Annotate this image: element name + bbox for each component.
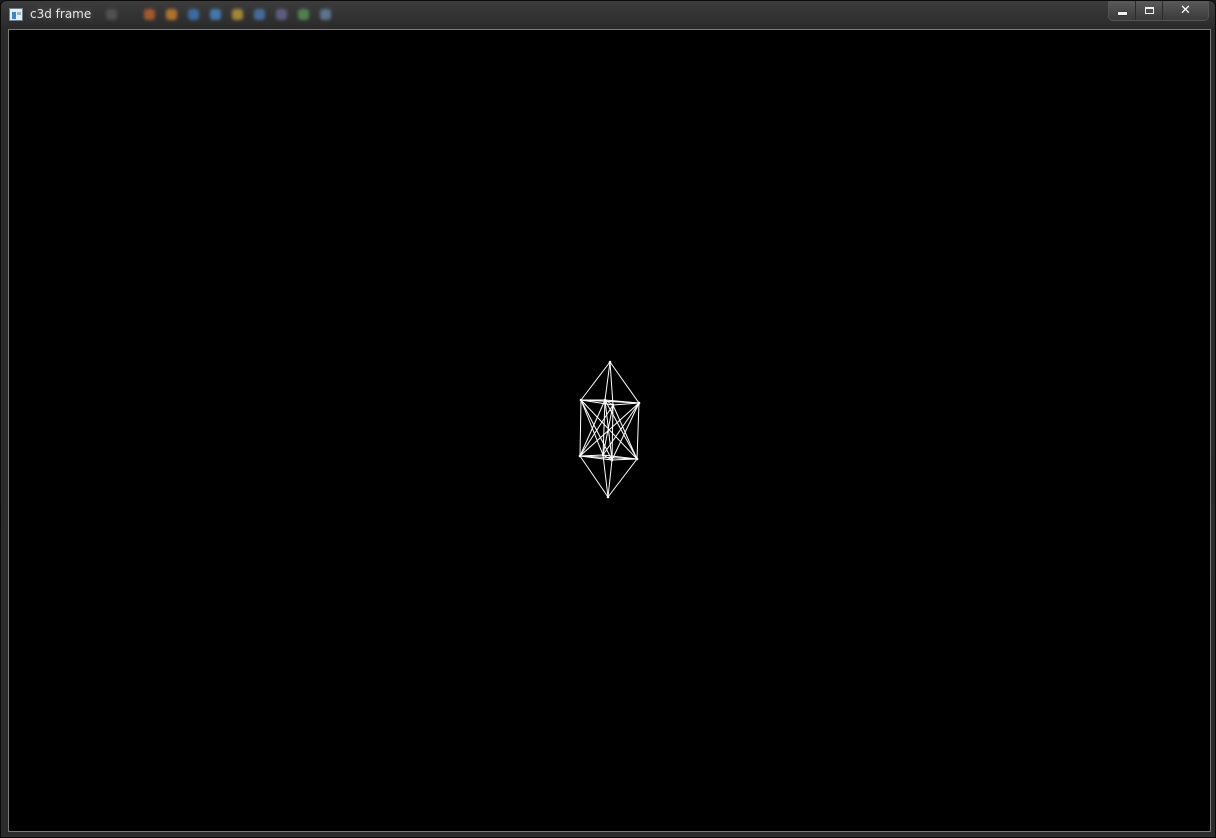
window-title: c3d frame [30,7,92,21]
wireframe-vertex [578,454,582,458]
wireframe-edge [609,361,640,404]
minimize-icon [1117,12,1127,15]
wireframe-solid [578,360,641,499]
close-icon: ✕ [1180,3,1191,18]
wireframe-vertex [635,457,639,461]
wireframe-vertex [606,495,610,499]
blurred-background-icons [106,7,351,23]
wireframe-edge [612,402,640,406]
wireframe-vertex [610,458,614,462]
wireframe-edge [609,361,614,406]
caption-buttons: ✕ [1108,1,1209,21]
wireframe-edge [607,458,638,498]
maximize-button[interactable] [1136,1,1163,20]
close-button[interactable]: ✕ [1163,1,1208,20]
minimize-button[interactable] [1109,1,1136,20]
app-window-icon[interactable] [9,8,23,21]
wireframe-edge [636,402,640,460]
render-viewport[interactable] [8,29,1211,832]
title-bar[interactable]: c3d frame ✕ [1,1,1215,29]
wireframe-vertex [608,360,612,364]
wireframe-edge [579,399,582,457]
wireframe-vertex [579,398,583,402]
maximize-icon [1144,7,1154,14]
wireframe-vertex [611,403,615,407]
wireframe-edge [579,399,606,457]
wireframe-vertex [601,453,605,457]
wireframe-vertex [637,401,641,405]
wireframe-vertex [603,398,607,402]
app-window: c3d frame ✕ [0,0,1216,838]
wireframe-canvas [578,360,641,499]
wireframe-edge [607,459,613,498]
